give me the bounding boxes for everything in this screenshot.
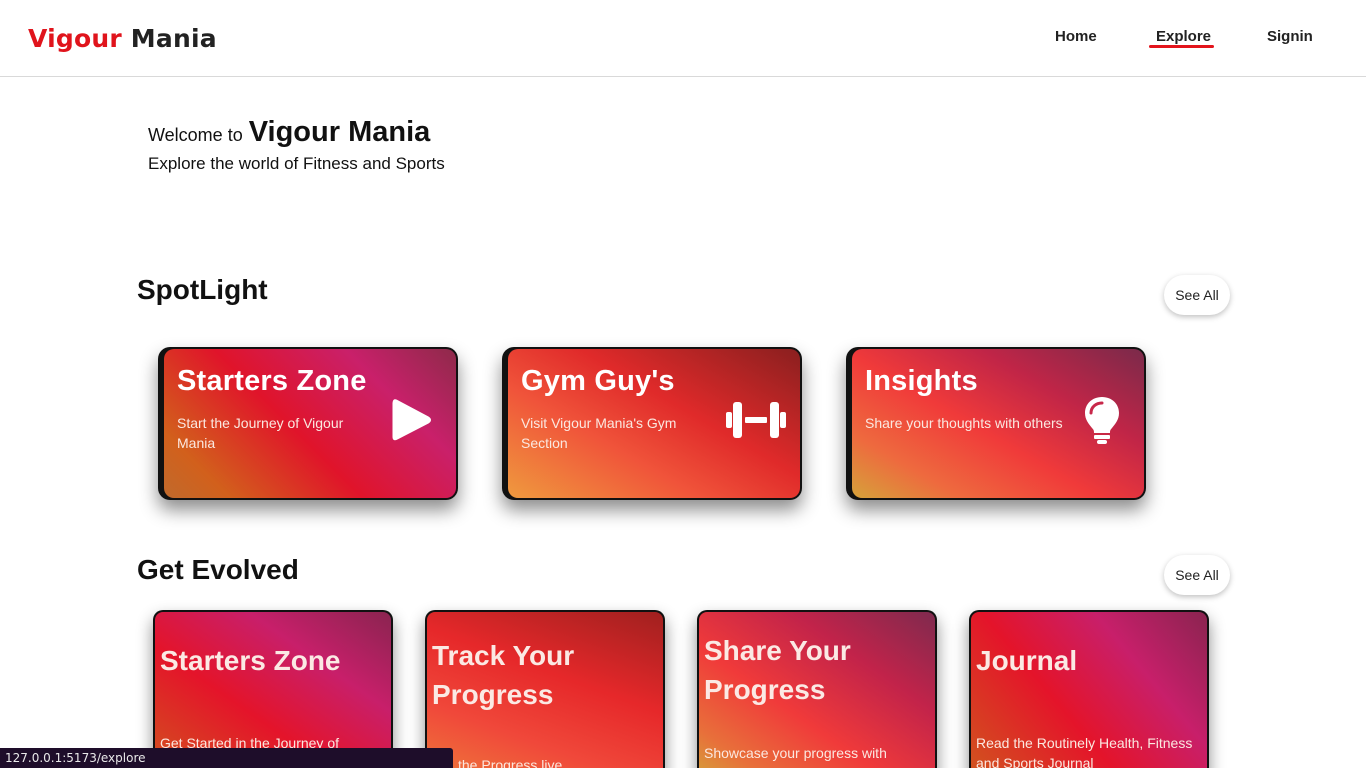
top-navbar: Vigour Mania Home Explore Signin xyxy=(0,0,1366,77)
nav-link-home[interactable]: Home xyxy=(1055,28,1097,45)
card-title: Insights xyxy=(865,365,978,397)
card-title: Starters Zone xyxy=(160,645,341,676)
card-background: Track Your Progress the Progress live xyxy=(427,612,663,768)
evolved-card-journal[interactable]: Journal Read the Routinely Health, Fitne… xyxy=(969,610,1209,768)
card-title-line-1: Track Your xyxy=(432,640,575,671)
card-background: Gym Guy's Visit Vigour Mania's Gym Secti… xyxy=(508,349,800,498)
card-title-line-2: Progress xyxy=(432,679,554,710)
card-background: Insights Share your thoughts with others xyxy=(852,349,1144,498)
card-description: Share your thoughts with others xyxy=(865,415,1063,431)
card-title: Share Your Progress xyxy=(704,631,851,709)
spotlight-see-all-button[interactable]: See All xyxy=(1164,275,1230,315)
browser-status-url: 127.0.0.1:5173/explore xyxy=(0,748,453,768)
card-title: Journal xyxy=(976,645,1078,676)
card-description: Read the Routinely Health, Fitness and S… xyxy=(976,735,1193,768)
get-evolved-title: Get Evolved xyxy=(137,554,299,585)
active-nav-indicator xyxy=(1149,45,1214,48)
card-description: Visit Vigour Mania's Gym Section xyxy=(521,415,677,451)
spotlight-title: SpotLight xyxy=(137,274,268,305)
welcome-heading: Welcome to Vigour Mania xyxy=(148,116,430,149)
spotlight-card-starters-zone[interactable]: Starters Zone Start the Journey of Vigou… xyxy=(158,347,458,500)
nav-link-explore[interactable]: Explore xyxy=(1156,28,1211,45)
logo-word-mania: Mania xyxy=(130,24,217,53)
card-title-line-2: Progress xyxy=(704,674,826,705)
evolved-card-track-your-progress[interactable]: Track Your Progress the Progress live xyxy=(425,610,665,768)
evolved-card-starters-zone[interactable]: Starters Zone Get Started in the Journey… xyxy=(153,610,393,768)
welcome-brand: Vigour Mania xyxy=(248,116,431,148)
lightbulb-icon xyxy=(1072,395,1132,445)
card-title-line-1: Share Your xyxy=(704,635,851,666)
welcome-tagline: Explore the world of Fitness and Sports xyxy=(148,154,445,173)
card-description: the Progress live xyxy=(458,757,563,768)
play-icon xyxy=(382,395,442,445)
spotlight-card-gym-guys[interactable]: Gym Guy's Visit Vigour Mania's Gym Secti… xyxy=(502,347,802,500)
logo-word-vigour: Vigour xyxy=(28,24,122,53)
card-background: Share Your Progress Showcase your progre… xyxy=(699,612,935,768)
spotlight-card-insights[interactable]: Insights Share your thoughts with others xyxy=(846,347,1146,500)
card-title: Starters Zone xyxy=(177,365,367,397)
card-title: Track Your Progress xyxy=(432,636,574,714)
card-title: Gym Guy's xyxy=(521,365,675,397)
card-description: Start the Journey of Vigour Mania xyxy=(177,415,344,451)
dumbbell-icon xyxy=(726,395,786,445)
nav-link-signin[interactable]: Signin xyxy=(1267,28,1313,45)
welcome-prefix: Welcome to xyxy=(148,125,243,145)
card-background: Starters Zone Start the Journey of Vigou… xyxy=(164,349,456,498)
evolved-card-share-your-progress[interactable]: Share Your Progress Showcase your progre… xyxy=(697,610,937,768)
get-evolved-see-all-button[interactable]: See All xyxy=(1164,555,1230,595)
card-background: Journal Read the Routinely Health, Fitne… xyxy=(971,612,1207,768)
card-background: Starters Zone Get Started in the Journey… xyxy=(155,612,391,768)
site-logo[interactable]: Vigour Mania xyxy=(28,24,217,53)
card-description: Showcase your progress with xyxy=(704,745,887,761)
